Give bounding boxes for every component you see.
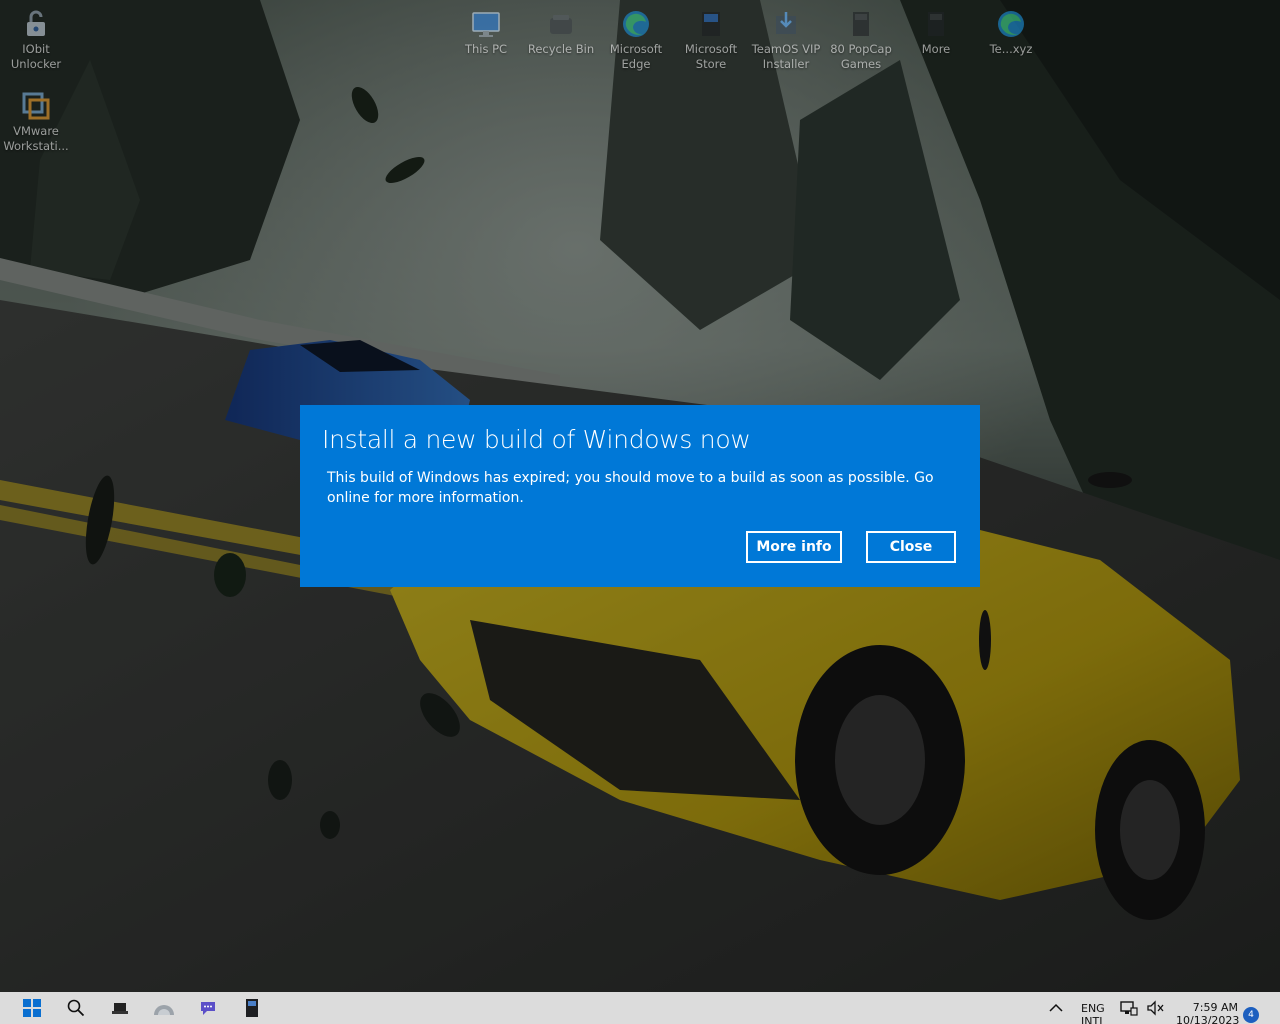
language-code: ENG (1081, 1002, 1105, 1015)
desktop-icon-label: Microsoft Store (684, 42, 738, 71)
desktop-icon-label: Te...xyz (989, 42, 1033, 56)
desktop-icon-iobit-unlocker[interactable]: IObit Unlocker (0, 2, 72, 72)
start-button[interactable] (10, 992, 54, 1024)
clock[interactable]: 7:59 AM 10/13/2023 (1176, 1001, 1240, 1024)
desktop-icon-label: More (921, 42, 951, 56)
taskbar: ENG INTL 7:59 AM 10/13/2023 (0, 992, 1280, 1024)
taskbar-chat-app[interactable] (186, 992, 230, 1024)
desktop-icon-label: TeamOS VIP Installer (751, 42, 821, 71)
network-button[interactable] (1116, 992, 1142, 1024)
chat-app-icon (201, 1002, 215, 1015)
taskbar-file-explorer[interactable] (98, 992, 142, 1024)
desktop-icon-label: Microsoft Edge (609, 42, 663, 71)
file-explorer-icon (112, 1003, 128, 1014)
build-expired-dialog: Install a new build of Windows now This … (300, 405, 980, 587)
dialog-title: Install a new build of Windows now (322, 425, 751, 454)
windows-start-icon (23, 999, 41, 1017)
desktop-icon-label: 80 PopCap Games (830, 42, 892, 71)
desktop-icon-this-pc[interactable]: This PC (450, 2, 522, 57)
desktop-icon-recycle-bin[interactable]: Recycle Bin (525, 2, 597, 57)
dialog-message: This build of Windows has expired; you s… (327, 470, 934, 506)
network-icon (1120, 1001, 1138, 1016)
taskbar-cloud-app[interactable] (142, 992, 186, 1024)
cloud-app-icon (154, 1005, 174, 1015)
vmware-icon (22, 92, 50, 120)
more-app-icon (928, 12, 944, 36)
close-button[interactable]: Close (866, 531, 956, 563)
desktop-icon-label: VMware Workstati... (3, 124, 69, 153)
monitor-icon (472, 12, 500, 37)
desktop-icon-teamos-vip-installer[interactable]: TeamOS VIP Installer (750, 2, 822, 72)
store-app-icon (246, 999, 258, 1017)
desktop-icon-label: Recycle Bin (527, 42, 595, 56)
recycle-bin-icon (550, 15, 572, 34)
desktop-icon-edge-shortcut[interactable]: Te...xyz (975, 2, 1047, 57)
clock-time: 7:59 AM (1192, 1001, 1238, 1014)
desktop-icon-label: This PC (464, 42, 508, 56)
desktop-icon-microsoft-store[interactable]: Microsoft Store (675, 2, 747, 72)
desktop-icon-vmware[interactable]: VMware Workstati... (0, 84, 72, 154)
edge-icon (623, 11, 649, 37)
desktop-icon-popcap-games[interactable]: 80 PopCap Games (825, 2, 897, 72)
installer-icon (776, 12, 796, 34)
notification-count-badge[interactable]: 4 (1243, 1007, 1259, 1023)
taskbar-store-app[interactable] (230, 992, 274, 1024)
chevron-up-icon (1049, 1003, 1063, 1012)
volume-muted-icon (1147, 1000, 1164, 1016)
desktop-icon-label: IObit Unlocker (10, 42, 62, 71)
desktop-icon-microsoft-edge[interactable]: Microsoft Edge (600, 2, 672, 72)
desktop-icon-more[interactable]: More (900, 2, 972, 57)
lock-icon (27, 10, 45, 36)
popcap-icon (853, 12, 869, 36)
store-icon (702, 12, 720, 36)
keyboard-layout: INTL (1081, 1015, 1106, 1024)
language-indicator[interactable]: ENG INTL (1081, 1002, 1105, 1024)
more-info-button[interactable]: More info (746, 531, 842, 563)
search-button[interactable] (54, 992, 98, 1024)
edge-shortcut-icon (998, 11, 1024, 37)
search-icon (67, 999, 85, 1017)
volume-button[interactable] (1142, 992, 1168, 1024)
clock-date: 10/13/2023 (1176, 1014, 1240, 1024)
show-hidden-icons-button[interactable] (1040, 992, 1072, 1024)
